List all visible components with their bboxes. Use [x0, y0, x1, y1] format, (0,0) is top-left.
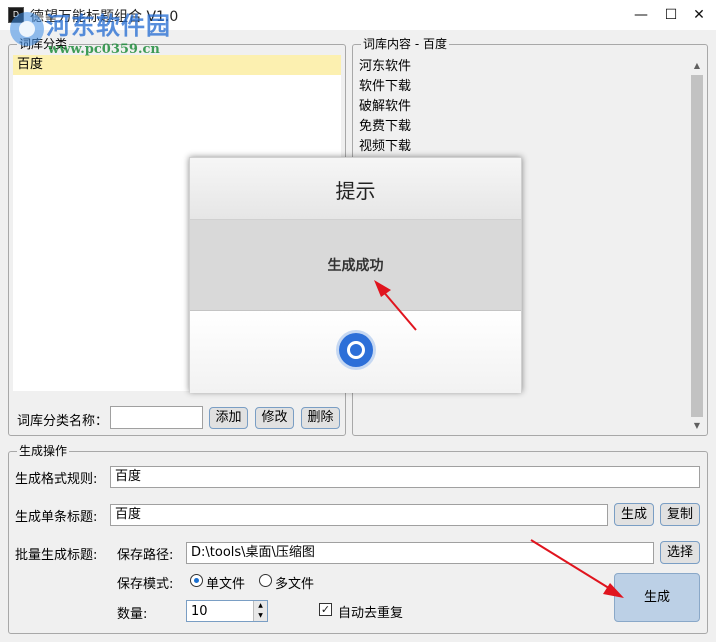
- minimize-button[interactable]: —: [630, 5, 652, 25]
- list-item[interactable]: 免费下载: [355, 117, 689, 137]
- single-title-input[interactable]: 百度: [110, 504, 608, 526]
- ok-button-icon[interactable]: [339, 333, 373, 367]
- close-button[interactable]: ✕: [688, 5, 710, 25]
- category-name-label: 词库分类名称：: [17, 414, 109, 429]
- scroll-down-icon[interactable]: ▼: [689, 419, 705, 433]
- format-rule-label: 生成格式规则:: [15, 472, 98, 487]
- category-group-title: 词库分类: [17, 37, 70, 51]
- delete-button[interactable]: 删除: [301, 407, 340, 429]
- list-item[interactable]: 百度: [13, 55, 341, 75]
- spin-up-icon[interactable]: ▲: [253, 601, 267, 611]
- window-title: 德望万能标题组合 V1.0: [30, 9, 179, 25]
- count-value[interactable]: 10: [191, 602, 208, 622]
- content-group-title: 词库内容 - 百度: [361, 37, 449, 51]
- edit-button[interactable]: 修改: [255, 407, 294, 429]
- add-button[interactable]: 添加: [209, 407, 248, 429]
- maximize-button[interactable]: ☐: [660, 5, 682, 25]
- generate-group-title: 生成操作: [17, 444, 70, 458]
- copy-button[interactable]: 复制: [660, 503, 700, 526]
- save-path-input[interactable]: D:\tools\桌面\压缩图: [186, 542, 654, 564]
- mode-single-radio[interactable]: [190, 574, 203, 587]
- save-mode-label: 保存模式:: [117, 577, 174, 592]
- list-item[interactable]: 河东软件: [355, 57, 689, 77]
- choose-path-button[interactable]: 选择: [660, 541, 700, 564]
- mode-multi-label[interactable]: 多文件: [275, 573, 314, 592]
- count-stepper[interactable]: 10 ▲ ▼: [186, 600, 268, 622]
- spin-down-icon[interactable]: ▼: [253, 611, 267, 621]
- generate-group: 生成操作 生成格式规则: 百度 生成单条标题: 百度 生成 复制 批量生成标题:…: [8, 444, 708, 634]
- list-item[interactable]: 软件下载: [355, 77, 689, 97]
- single-title-label: 生成单条标题:: [15, 510, 98, 525]
- list-item[interactable]: 视频下载: [355, 137, 689, 157]
- app-icon: D: [8, 7, 24, 23]
- generate-button[interactable]: 生成: [614, 573, 700, 622]
- content-scrollbar[interactable]: ▲ ▼: [689, 59, 705, 433]
- dialog-title: 提示: [190, 158, 521, 220]
- single-generate-button[interactable]: 生成: [614, 503, 654, 526]
- category-name-input[interactable]: [110, 406, 203, 429]
- mode-multi-radio[interactable]: [259, 574, 272, 587]
- batch-label: 批量生成标题:: [15, 548, 98, 563]
- count-label: 数量:: [117, 607, 148, 622]
- save-path-label: 保存路径:: [117, 548, 174, 563]
- scroll-up-icon[interactable]: ▲: [689, 59, 705, 73]
- scroll-thumb[interactable]: [691, 75, 703, 417]
- dedupe-checkbox[interactable]: ✓: [319, 603, 332, 616]
- format-rule-input[interactable]: 百度: [110, 466, 700, 488]
- list-item[interactable]: 破解软件: [355, 97, 689, 117]
- mode-single-label[interactable]: 单文件: [206, 573, 245, 592]
- dialog-message: 生成成功: [190, 220, 521, 311]
- dedupe-label[interactable]: 自动去重复: [338, 602, 403, 621]
- title-bar: D 德望万能标题组合 V1.0 — ☐ ✕: [0, 0, 716, 30]
